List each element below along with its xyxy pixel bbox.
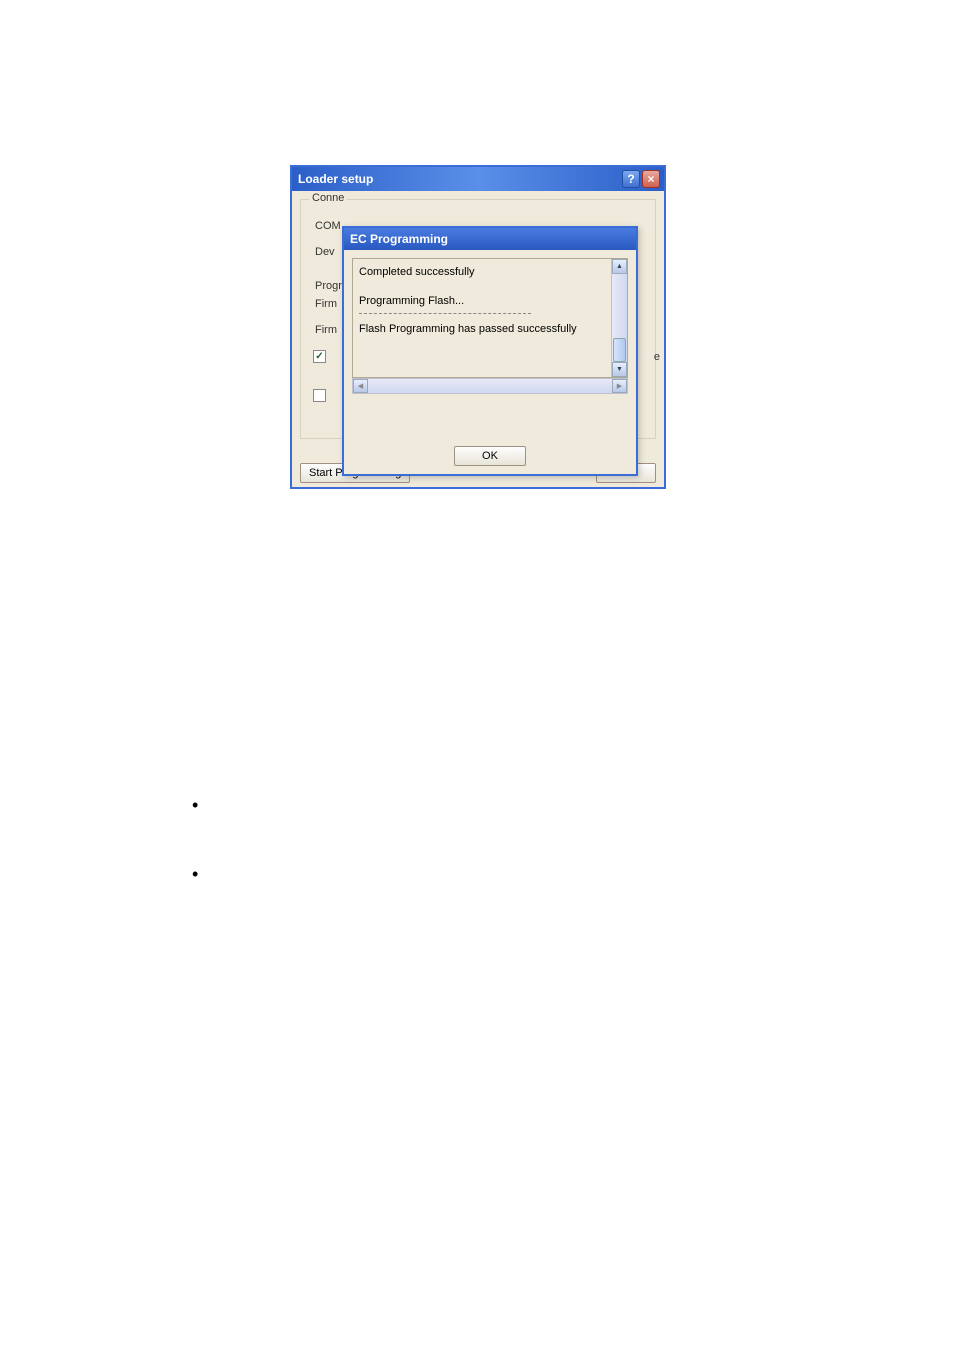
bullet-1: • [192, 795, 198, 816]
ec-programming-title: EC Programming [350, 232, 448, 246]
log-line-3: Flash Programming has passed successfull… [359, 320, 605, 339]
scroll-track[interactable] [612, 274, 627, 362]
scroll-right-button[interactable]: ▶ [612, 379, 627, 393]
ok-button[interactable]: OK [454, 446, 526, 466]
log-textarea: Completed successfully Programming Flash… [352, 258, 628, 378]
vertical-scrollbar[interactable]: ▲ ▼ [611, 259, 627, 377]
window-title: Loader setup [298, 172, 620, 186]
scroll-down-button[interactable]: ▼ [612, 362, 627, 377]
right-tag: e [654, 351, 660, 363]
log-separator [359, 313, 531, 314]
close-button[interactable]: × [642, 170, 660, 188]
h-scroll-track[interactable] [368, 379, 612, 393]
ec-programming-dialog: EC Programming Completed successfully Pr… [342, 226, 638, 476]
loader-setup-body: Conne COM Dev Progr Firm Firm e Start Pr… [292, 191, 664, 487]
help-button[interactable]: ? [622, 170, 640, 188]
bullet-list: • • [192, 795, 198, 933]
groupbox-title: Conne [309, 192, 347, 204]
ec-programming-titlebar: EC Programming [344, 228, 636, 250]
scroll-left-button[interactable]: ◀ [353, 379, 368, 393]
log-line-2: Programming Flash... [359, 292, 605, 311]
log-line-1: Completed successfully [359, 263, 605, 282]
bullet-2: • [192, 864, 198, 885]
loader-setup-titlebar: Loader setup ? × [292, 167, 664, 191]
horizontal-scrollbar[interactable]: ◀ ▶ [352, 378, 628, 394]
scroll-thumb[interactable] [613, 338, 626, 362]
loader-setup-window: Loader setup ? × Conne COM Dev Progr Fir… [290, 165, 666, 489]
checkbox-2[interactable] [313, 389, 326, 402]
ok-button-wrap: OK [352, 446, 628, 466]
checkbox-1[interactable] [313, 350, 326, 363]
scroll-up-button[interactable]: ▲ [612, 259, 627, 274]
ec-programming-body: Completed successfully Programming Flash… [344, 250, 636, 474]
log-content: Completed successfully Programming Flash… [353, 259, 611, 377]
